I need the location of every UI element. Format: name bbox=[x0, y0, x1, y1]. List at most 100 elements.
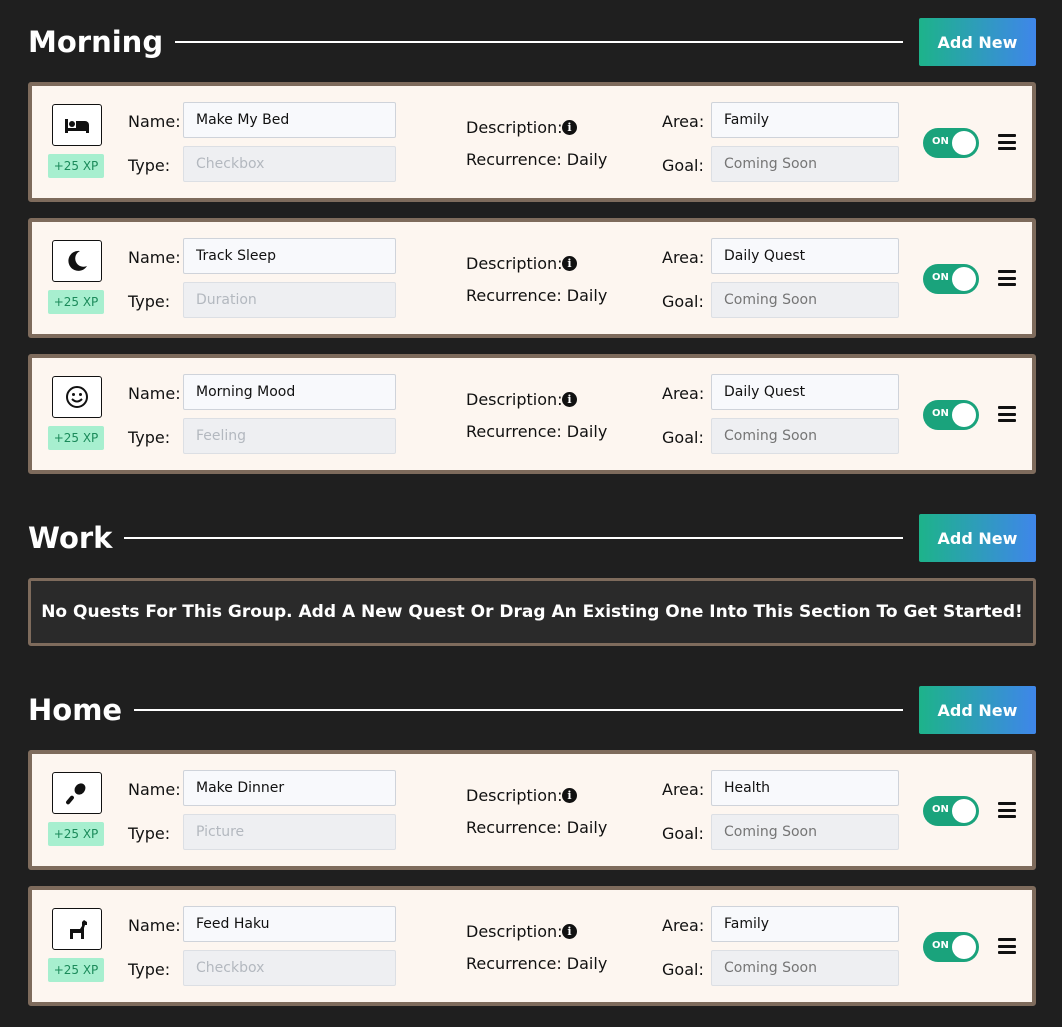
area-input[interactable] bbox=[711, 238, 899, 274]
section-header-home: Home Add New bbox=[28, 686, 1036, 734]
add-new-button[interactable]: Add New bbox=[919, 18, 1036, 66]
name-label: Name: bbox=[128, 916, 181, 935]
spoon-icon[interactable] bbox=[52, 772, 102, 814]
add-new-button[interactable]: Add New bbox=[919, 514, 1036, 562]
on-off-toggle[interactable]: ON bbox=[923, 128, 979, 158]
goal-label: Goal: bbox=[662, 824, 704, 843]
section-title: Home bbox=[28, 693, 123, 727]
on-off-toggle[interactable]: ON bbox=[923, 932, 979, 962]
goal-field bbox=[711, 418, 899, 454]
area-input[interactable] bbox=[711, 770, 899, 806]
type-label: Type: bbox=[128, 428, 171, 447]
on-off-toggle[interactable]: ON bbox=[923, 400, 979, 430]
toggle-knob bbox=[952, 799, 976, 823]
area-input[interactable] bbox=[711, 906, 899, 942]
goal-label: Goal: bbox=[662, 156, 704, 175]
type-label: Type: bbox=[128, 960, 171, 979]
quest-name-input[interactable] bbox=[183, 102, 396, 138]
recurrence-label: Recurrence: Daily bbox=[466, 954, 608, 973]
quest-card[interactable]: +25 XP Name: Type: Description: i Recurr… bbox=[28, 82, 1036, 202]
area-label: Area: bbox=[662, 112, 705, 131]
quest-card[interactable]: +25 XP Name: Type: Description: i Recurr… bbox=[28, 354, 1036, 474]
description-label: Description: bbox=[466, 922, 563, 941]
name-label: Name: bbox=[128, 112, 181, 131]
info-icon[interactable]: i bbox=[562, 924, 577, 939]
goal-field bbox=[711, 950, 899, 986]
area-label: Area: bbox=[662, 916, 705, 935]
add-new-button[interactable]: Add New bbox=[919, 686, 1036, 734]
goal-label: Goal: bbox=[662, 428, 704, 447]
xp-badge: +25 XP bbox=[48, 154, 104, 178]
moon-icon[interactable] bbox=[52, 240, 102, 282]
area-label: Area: bbox=[662, 780, 705, 799]
description-label: Description: bbox=[466, 254, 563, 273]
recurrence-label: Recurrence: Daily bbox=[466, 818, 608, 837]
quest-name-input[interactable] bbox=[183, 374, 396, 410]
quest-card[interactable]: +25 XP Name: Type: Description: i Recurr… bbox=[28, 218, 1036, 338]
empty-group-dropzone[interactable]: No Quests For This Group. Add A New Ques… bbox=[28, 578, 1036, 646]
description-label: Description: bbox=[466, 118, 563, 137]
quest-type-field bbox=[183, 282, 396, 318]
drag-handle-icon[interactable] bbox=[998, 270, 1016, 286]
section-title: Morning bbox=[28, 25, 164, 59]
toggle-knob bbox=[952, 403, 976, 427]
toggle-knob bbox=[952, 935, 976, 959]
description-label: Description: bbox=[466, 786, 563, 805]
quest-type-field bbox=[183, 418, 396, 454]
info-icon[interactable]: i bbox=[562, 120, 577, 135]
recurrence-label: Recurrence: Daily bbox=[466, 286, 608, 305]
xp-badge: +25 XP bbox=[48, 426, 104, 450]
quest-type-field bbox=[183, 814, 396, 850]
recurrence-label: Recurrence: Daily bbox=[466, 150, 608, 169]
drag-handle-icon[interactable] bbox=[998, 938, 1016, 954]
goal-label: Goal: bbox=[662, 960, 704, 979]
quest-name-input[interactable] bbox=[183, 906, 396, 942]
name-label: Name: bbox=[128, 248, 181, 267]
area-label: Area: bbox=[662, 248, 705, 267]
drag-handle-icon[interactable] bbox=[998, 406, 1016, 422]
area-label: Area: bbox=[662, 384, 705, 403]
quest-card[interactable]: +25 XP Name: Type: Description: i Recurr… bbox=[28, 750, 1036, 870]
toggle-label: ON bbox=[932, 272, 949, 283]
type-label: Type: bbox=[128, 824, 171, 843]
goal-field bbox=[711, 146, 899, 182]
section-header-morning: Morning Add New bbox=[28, 18, 1036, 66]
quest-card[interactable]: +25 XP Name: Type: Description: i Recurr… bbox=[28, 886, 1036, 1006]
quest-type-field bbox=[183, 950, 396, 986]
dog-icon[interactable] bbox=[52, 908, 102, 950]
section-divider bbox=[124, 537, 903, 539]
section-divider bbox=[175, 41, 903, 43]
area-input[interactable] bbox=[711, 102, 899, 138]
toggle-label: ON bbox=[932, 804, 949, 815]
name-label: Name: bbox=[128, 384, 181, 403]
info-icon[interactable]: i bbox=[562, 256, 577, 271]
section-header-work: Work Add New bbox=[28, 514, 1036, 562]
recurrence-label: Recurrence: Daily bbox=[466, 422, 608, 441]
toggle-knob bbox=[952, 267, 976, 291]
info-icon[interactable]: i bbox=[562, 392, 577, 407]
type-label: Type: bbox=[128, 292, 171, 311]
quest-name-input[interactable] bbox=[183, 238, 396, 274]
on-off-toggle[interactable]: ON bbox=[923, 264, 979, 294]
bed-icon[interactable] bbox=[52, 104, 102, 146]
xp-badge: +25 XP bbox=[48, 290, 104, 314]
toggle-label: ON bbox=[932, 408, 949, 419]
goal-label: Goal: bbox=[662, 292, 704, 311]
area-input[interactable] bbox=[711, 374, 899, 410]
name-label: Name: bbox=[128, 780, 181, 799]
goal-field bbox=[711, 282, 899, 318]
info-icon[interactable]: i bbox=[562, 788, 577, 803]
on-off-toggle[interactable]: ON bbox=[923, 796, 979, 826]
goal-field bbox=[711, 814, 899, 850]
type-label: Type: bbox=[128, 156, 171, 175]
smiley-icon[interactable] bbox=[52, 376, 102, 418]
drag-handle-icon[interactable] bbox=[998, 802, 1016, 818]
section-divider bbox=[134, 709, 903, 711]
quest-name-input[interactable] bbox=[183, 770, 396, 806]
drag-handle-icon[interactable] bbox=[998, 134, 1016, 150]
toggle-label: ON bbox=[932, 136, 949, 147]
xp-badge: +25 XP bbox=[48, 958, 104, 982]
xp-badge: +25 XP bbox=[48, 822, 104, 846]
quest-type-field bbox=[183, 146, 396, 182]
section-title: Work bbox=[28, 521, 113, 555]
